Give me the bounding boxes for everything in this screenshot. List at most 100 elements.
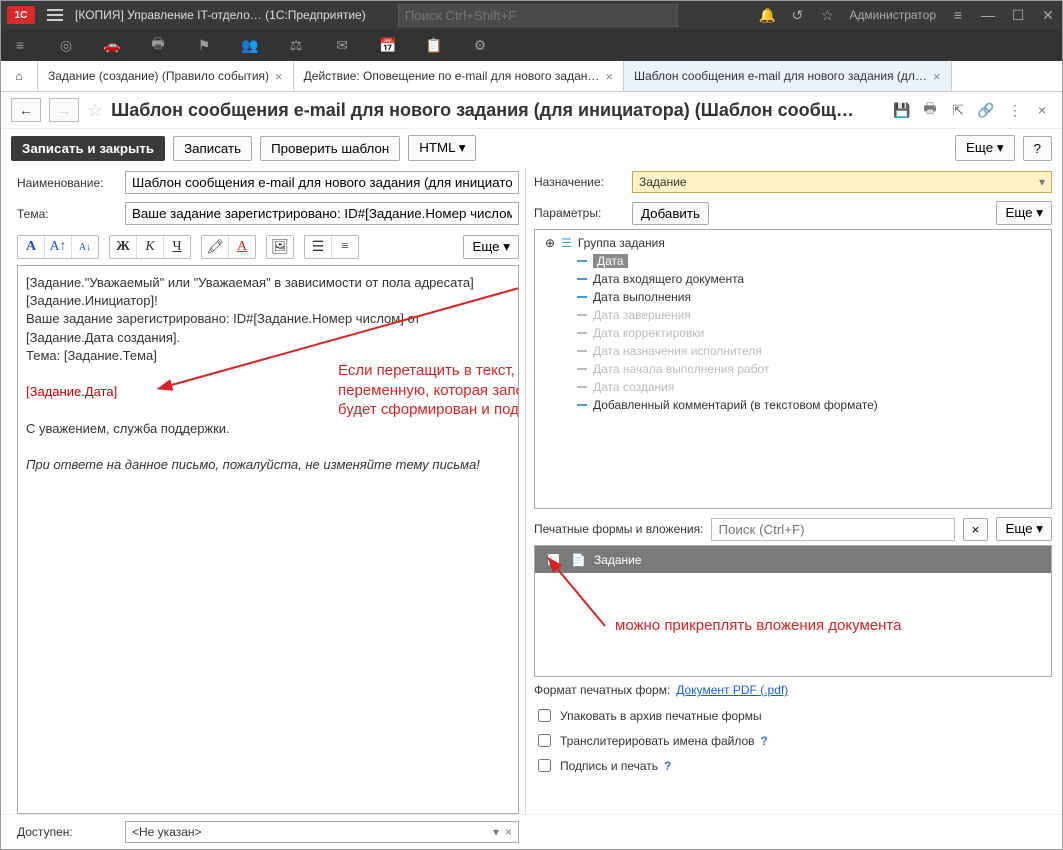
available-select[interactable]: <Не указан> ▾× <box>125 821 519 843</box>
chk-archive[interactable] <box>538 709 551 722</box>
user-label[interactable]: Администратор <box>849 8 936 22</box>
params-label: Параметры: <box>534 206 624 220</box>
assign-field[interactable]: Задание ▾ <box>632 171 1052 193</box>
chevron-down-icon[interactable]: ▾ <box>1039 175 1045 189</box>
nav-forward-button[interactable]: → <box>49 98 79 122</box>
editor-toolbar: A A↑ A↓ Ж К Ч 🖍 A 🖼 ☰ ≡ <box>17 235 525 259</box>
underline-icon[interactable]: Ч <box>164 236 190 258</box>
subject-input[interactable] <box>125 202 519 225</box>
mail-icon[interactable]: ✉ <box>333 36 351 54</box>
print-icon[interactable]: 🖶 <box>149 36 167 54</box>
tree-item[interactable]: Дата создания <box>535 378 1051 396</box>
params-more-button[interactable]: Еще ▾ <box>996 201 1052 225</box>
tree-item[interactable]: Дата <box>535 252 1051 270</box>
insert-image-icon[interactable]: 🖼 <box>267 236 293 258</box>
document-tabs: ⌂ Задание (создание) (Правило события) ×… <box>1 61 1062 92</box>
editor-line: [Задание."Уважаемый" или "Уважаемая" в з… <box>26 274 510 310</box>
tree-item[interactable]: Дата завершения <box>535 306 1051 324</box>
list-bullets-icon[interactable]: ☰ <box>305 236 332 258</box>
nav-back-button[interactable]: ← <box>11 98 41 122</box>
maximize-icon[interactable]: ☐ <box>1010 7 1026 23</box>
attach-label: Печатные формы и вложения: <box>534 522 703 536</box>
main-toolbar: ≡ ◎ 🚗 🖶 ⚑ 👥 ⚖ ✉ 📅 📋 ⚙ <box>1 29 1062 61</box>
attach-clear-button[interactable]: × <box>963 518 989 541</box>
list-numbers-icon[interactable]: ≡ <box>332 236 358 258</box>
add-param-button[interactable]: Добавить <box>632 202 709 225</box>
global-search-input[interactable] <box>398 4 678 27</box>
more-button[interactable]: Еще ▾ <box>955 135 1015 161</box>
attach-list[interactable]: 📄 Задание можно прикреплять вложения док… <box>534 545 1052 677</box>
chk-translit[interactable] <box>538 734 551 747</box>
tree-item[interactable]: Дата назначения исполнителя <box>535 342 1051 360</box>
balance-icon[interactable]: ⚖ <box>287 36 305 54</box>
chevron-down-icon[interactable]: ▾ <box>493 825 499 839</box>
users-icon[interactable]: 👥 <box>241 36 259 54</box>
expand-icon[interactable]: ⊕ <box>545 236 555 250</box>
tree-item[interactable]: Дата выполнения <box>535 288 1051 306</box>
clear-icon[interactable]: × <box>505 825 512 839</box>
minimize-icon[interactable]: — <box>980 7 996 23</box>
fmt-link[interactable]: Документ PDF (.pdf) <box>676 683 788 697</box>
editor-body[interactable]: [Задание."Уважаемый" или "Уважаемая" в з… <box>17 265 519 814</box>
doc-close-icon[interactable]: × <box>1032 100 1052 120</box>
kebab-icon[interactable]: ⋮ <box>1004 100 1024 120</box>
editor-more-button[interactable]: Еще ▾ <box>463 235 519 259</box>
flag-icon[interactable]: ⚑ <box>195 36 213 54</box>
close-icon[interactable]: ✕ <box>1040 7 1056 23</box>
target-icon[interactable]: ◎ <box>57 36 75 54</box>
help-button[interactable]: ? <box>1023 136 1052 161</box>
tab-2-close-icon[interactable]: × <box>605 69 613 84</box>
tree-item[interactable]: Дата входящего документа <box>535 270 1051 288</box>
tab-1[interactable]: Задание (создание) (Правило события) × <box>38 61 294 91</box>
attach-search-input[interactable] <box>711 518 954 541</box>
chevron-down-icon: ▾ <box>459 140 466 155</box>
tree-group[interactable]: ⊕ ☰ Группа задания <box>535 234 1051 252</box>
save-icon[interactable]: 💾 <box>892 100 912 120</box>
font-small-icon[interactable]: A↓ <box>72 236 98 258</box>
home-tab[interactable]: ⌂ <box>1 61 38 91</box>
bold-icon[interactable]: Ж <box>110 236 137 258</box>
font-normal-icon[interactable]: A <box>18 236 45 258</box>
help-icon[interactable]: ? <box>664 759 671 773</box>
favorite-star-icon[interactable]: ☆ <box>87 100 103 121</box>
tab-3-close-icon[interactable]: × <box>933 69 941 84</box>
gear-icon[interactable]: ⚙ <box>471 36 489 54</box>
font-large-icon[interactable]: A↑ <box>45 236 72 258</box>
export-icon[interactable]: ⇱ <box>948 100 968 120</box>
menu-icon[interactable]: ≡ <box>11 36 29 54</box>
chk-sign[interactable] <box>538 759 551 772</box>
tab-3[interactable]: Шаблон сообщения e-mail для нового задан… <box>624 61 952 91</box>
link-icon[interactable]: 🔗 <box>976 100 996 120</box>
tree-item[interactable]: Дата корректировки <box>535 324 1051 342</box>
clipboard-icon[interactable]: 📋 <box>425 36 443 54</box>
history-icon[interactable]: ↺ <box>789 7 805 23</box>
tab-1-close-icon[interactable]: × <box>275 69 283 84</box>
tree-item[interactable]: Дата начала выполнения работ <box>535 360 1051 378</box>
check-template-button[interactable]: Проверить шаблон <box>260 136 400 161</box>
bell-icon[interactable]: 🔔 <box>759 7 775 23</box>
doc-title: Шаблон сообщения e-mail для нового задан… <box>111 100 884 121</box>
params-tree[interactable]: ⊕ ☰ Группа задания Дата Дата входящего д… <box>534 229 1052 509</box>
save-button[interactable]: Записать <box>173 136 252 161</box>
print-hdr-icon[interactable]: 🖶 <box>920 100 940 120</box>
font-color-icon[interactable]: A <box>229 236 255 258</box>
calendar-icon[interactable]: 📅 <box>379 36 397 54</box>
hamburger-icon[interactable] <box>47 9 63 21</box>
global-search[interactable] <box>398 4 678 27</box>
star-icon[interactable]: ☆ <box>819 7 835 23</box>
html-button[interactable]: HTML ▾ <box>408 135 476 161</box>
save-close-button[interactable]: Записать и закрыть <box>11 136 165 161</box>
settings-icon[interactable]: ≡ <box>950 7 966 23</box>
car-icon[interactable]: 🚗 <box>103 36 121 54</box>
highlight-icon[interactable]: 🖍 <box>202 236 229 258</box>
tree-item[interactable]: Добавленный комментарий (в текстовом фор… <box>535 396 1051 414</box>
logo-1c: 1C <box>7 6 35 24</box>
help-icon[interactable]: ? <box>761 734 768 748</box>
tab-2[interactable]: Действие: Оповещение по e-mail для новог… <box>294 61 624 91</box>
attach-checkbox[interactable] <box>547 553 560 566</box>
attach-more-button[interactable]: Еще ▾ <box>996 517 1052 541</box>
italic-icon[interactable]: К <box>137 236 164 258</box>
editor-line: При ответе на данное письмо, пожалуйста,… <box>26 456 510 474</box>
name-input[interactable] <box>125 171 519 194</box>
attach-item-row[interactable]: 📄 Задание <box>535 546 1051 573</box>
